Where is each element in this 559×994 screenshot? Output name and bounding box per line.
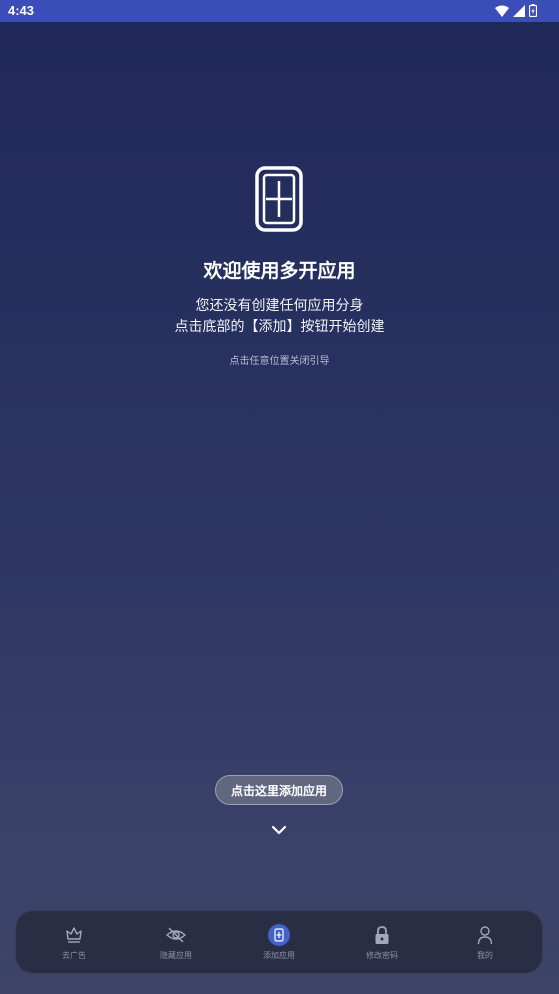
guide-line-1: 您还没有创建任何应用分身	[195, 298, 364, 314]
add-app-icon-wrap	[268, 924, 290, 946]
user-icon	[474, 924, 496, 946]
lock-icon	[371, 924, 393, 946]
nav-label: 去广告	[62, 951, 86, 960]
bottom-nav: 去广告 隐藏应用 添加应用 修改密码 我的	[15, 910, 543, 974]
guide-dismiss-hint[interactable]: 点击任意位置关闭引导	[0, 352, 559, 367]
nav-label: 我的	[477, 951, 493, 960]
status-time: 4:43	[8, 3, 35, 18]
cell-signal-icon	[513, 4, 525, 17]
add-app-icon	[268, 924, 290, 946]
nav-item-add-app[interactable]: 添加应用	[229, 911, 329, 975]
guide-line-2: 点击底部的【添加】按钮开始创建	[174, 319, 385, 335]
nav-item-hidden-apps[interactable]: 隐藏应用	[126, 911, 226, 975]
eye-off-icon	[165, 924, 187, 946]
add-app-hint-button[interactable]: 点击这里添加应用	[215, 775, 343, 805]
guide-title: 欢迎使用多开应用	[203, 260, 356, 282]
nav-item-change-password[interactable]: 修改密码	[332, 911, 432, 975]
nav-label: 添加应用	[263, 951, 295, 960]
wifi-icon	[495, 5, 509, 17]
nav-label: 修改密码	[366, 951, 398, 960]
crown-icon	[63, 924, 85, 946]
status-icons	[495, 4, 537, 17]
nav-item-remove-ads[interactable]: 去广告	[24, 911, 124, 975]
nav-label: 隐藏应用	[160, 951, 192, 960]
phone-add-icon	[255, 166, 303, 232]
chevron-down-icon	[270, 822, 288, 836]
status-bar: 4:43	[0, 0, 559, 22]
battery-icon	[529, 4, 537, 17]
nav-item-mine[interactable]: 我的	[435, 911, 535, 975]
